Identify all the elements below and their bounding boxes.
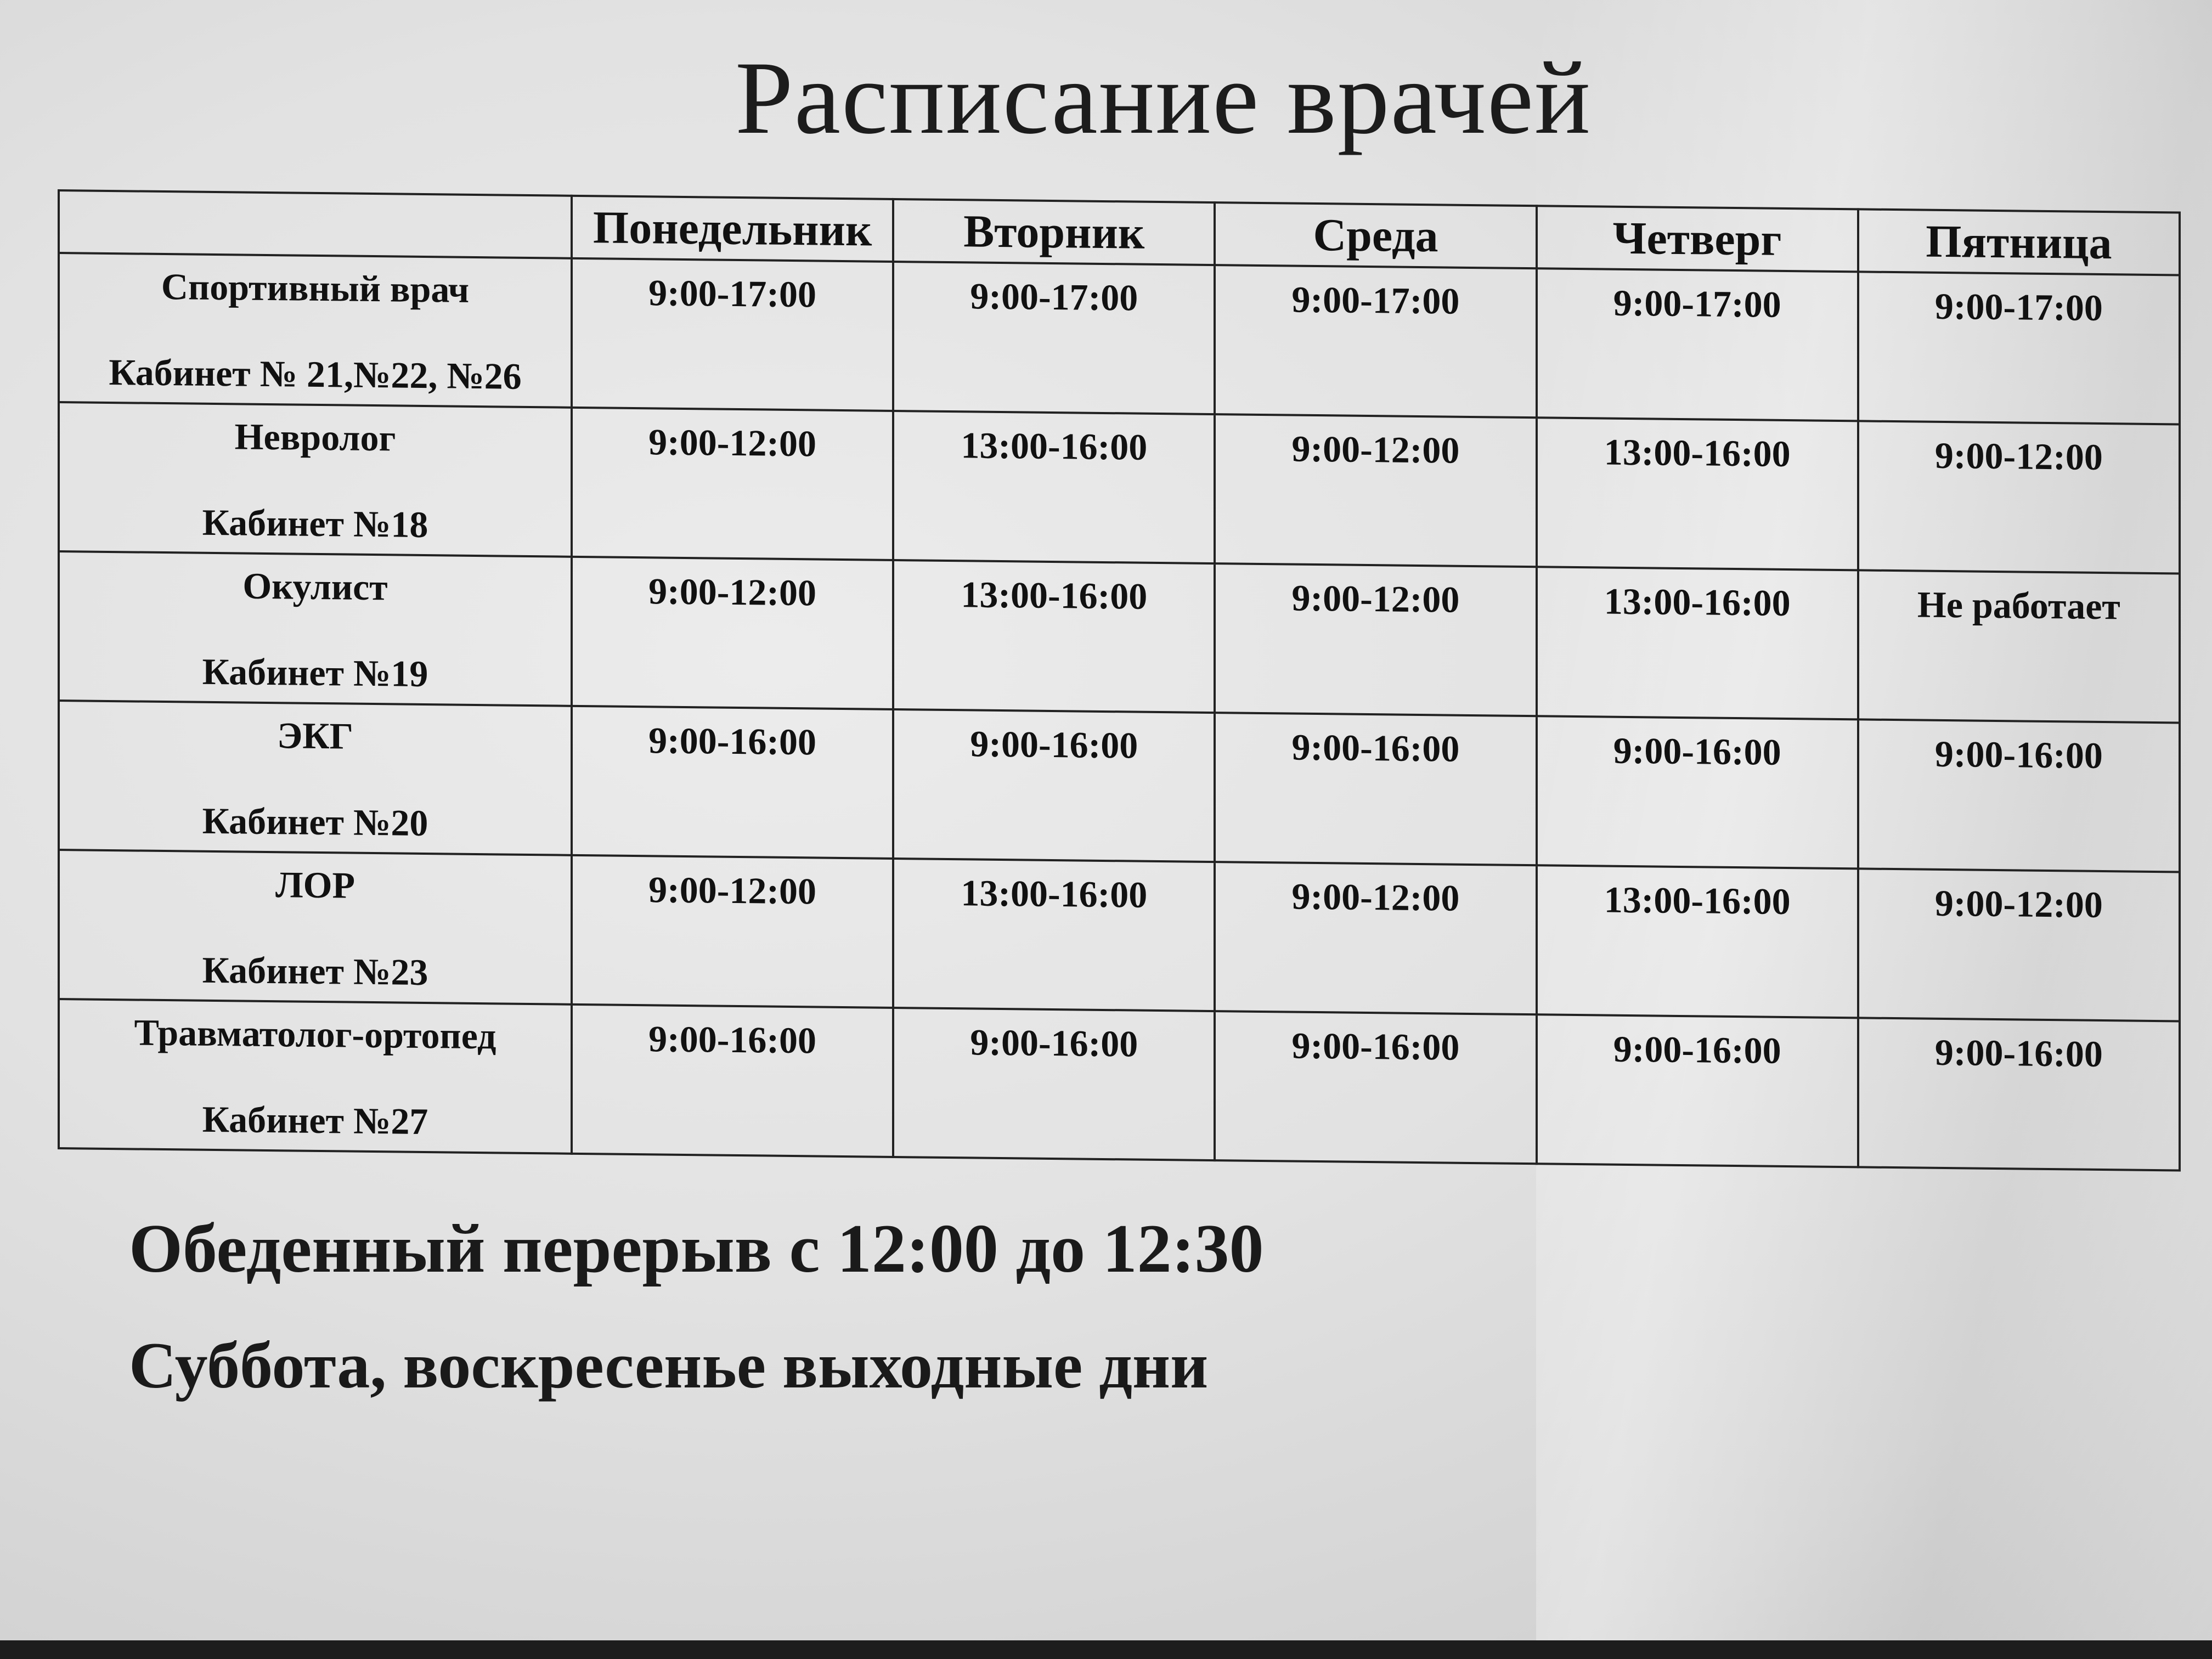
- doctor-name: Окулист: [242, 565, 388, 608]
- time-cell: 9:00-12:00: [1215, 862, 1537, 1015]
- time-value: 9:00-12:00: [1934, 882, 2103, 926]
- header-day: Среда: [1215, 202, 1537, 269]
- time-value: 9:00-16:00: [648, 1018, 817, 1062]
- time-cell: 9:00-12:00: [1858, 868, 2180, 1022]
- time-cell: 9:00-16:00: [1858, 1018, 2180, 1171]
- time-value: 13:00-16:00: [1604, 580, 1791, 624]
- time-cell: 9:00-16:00: [893, 709, 1215, 862]
- page-title: Расписание врачей: [735, 41, 1592, 156]
- time-cell: 9:00-17:00: [1536, 268, 1858, 421]
- time-cell: 9:00-12:00: [572, 855, 894, 1008]
- time-cell: 9:00-17:00: [893, 261, 1215, 415]
- doctor-cell: ЛОР Кабинет №23: [59, 850, 572, 1005]
- room-number: Кабинет №27: [202, 1098, 428, 1143]
- header-empty-cell: [59, 190, 572, 258]
- doctor-cell: Травматолог-ортопед Кабинет №27: [59, 999, 572, 1154]
- time-cell: 9:00-16:00: [1215, 713, 1537, 866]
- time-value: 9:00-16:00: [970, 1021, 1138, 1065]
- time-cell: 13:00-16:00: [893, 410, 1215, 564]
- room-number: Кабинет № 21,№22, №26: [109, 351, 522, 397]
- time-cell: 9:00-17:00: [1215, 265, 1537, 418]
- header-day: Четверг: [1536, 206, 1858, 272]
- doctor-cell: Невролог Кабинет №18: [59, 402, 572, 557]
- room-number: Кабинет №20: [202, 799, 428, 844]
- time-value: 9:00-16:00: [970, 723, 1138, 766]
- time-cell: 13:00-16:00: [893, 560, 1215, 713]
- time-cell: 9:00-12:00: [572, 556, 894, 709]
- doctor-cell: ЭКГ Кабинет №20: [59, 701, 572, 855]
- doctor-cell: Окулист Кабинет №19: [59, 551, 572, 706]
- doctor-name: ЛОР: [275, 864, 356, 906]
- time-cell: Не работает: [1858, 570, 2180, 723]
- photo-bottom-edge: [0, 1640, 2212, 1659]
- time-cell: 9:00-12:00: [572, 407, 894, 560]
- table-row: ЭКГ Кабинет №20 9:00-16:00 9:00-16:00 9:…: [59, 701, 2180, 872]
- time-value: 13:00-16:00: [961, 872, 1148, 916]
- time-value: 9:00-12:00: [648, 421, 817, 465]
- schedule-table-wrapper: Понедельник Вторник Среда Четверг Пятниц…: [58, 189, 2181, 1172]
- schedule-table: Понедельник Вторник Среда Четверг Пятниц…: [58, 189, 2181, 1172]
- time-value: 9:00-17:00: [648, 272, 817, 315]
- time-cell: 9:00-16:00: [1536, 716, 1858, 869]
- time-cell: 9:00-16:00: [572, 1004, 894, 1157]
- doctor-name: Невролог: [234, 415, 396, 459]
- time-cell: 13:00-16:00: [1536, 865, 1858, 1018]
- time-value: 9:00-16:00: [1291, 726, 1460, 770]
- header-day: Вторник: [893, 199, 1215, 266]
- lunch-break-note: Обеденный перерыв с 12:00 до 12:30: [129, 1211, 1264, 1287]
- time-value: Не работает: [1917, 583, 2120, 628]
- time-cell: 9:00-12:00: [1215, 414, 1537, 567]
- time-cell: 9:00-16:00: [1215, 1011, 1537, 1164]
- time-value: 9:00-12:00: [1291, 427, 1460, 471]
- doctor-name: Спортивный врач: [161, 265, 470, 311]
- time-value: 13:00-16:00: [961, 573, 1148, 617]
- table-row: Травматолог-ортопед Кабинет №27 9:00-16:…: [59, 999, 2180, 1171]
- time-value: 9:00-12:00: [648, 570, 817, 614]
- doctor-cell: Спортивный врач Кабинет № 21,№22, №26: [59, 253, 572, 408]
- doctor-name: ЭКГ: [277, 714, 353, 757]
- time-cell: 9:00-12:00: [1858, 421, 2180, 574]
- table-row: ЛОР Кабинет №23 9:00-12:00 13:00-16:00 9…: [59, 850, 2180, 1022]
- time-value: 9:00-17:00: [1613, 281, 1781, 325]
- time-cell: 13:00-16:00: [893, 858, 1215, 1012]
- time-value: 13:00-16:00: [1604, 878, 1791, 923]
- room-number: Кабинет №19: [202, 650, 428, 695]
- time-value: 9:00-12:00: [1291, 875, 1460, 919]
- time-value: 9:00-17:00: [1291, 278, 1460, 322]
- time-value: 9:00-16:00: [1613, 729, 1781, 773]
- time-cell: 13:00-16:00: [1536, 567, 1858, 720]
- time-value: 9:00-16:00: [1613, 1028, 1781, 1071]
- time-value: 9:00-16:00: [648, 719, 817, 763]
- time-value: 9:00-17:00: [970, 275, 1138, 319]
- room-number: Кабинет №23: [202, 949, 428, 994]
- time-cell: 13:00-16:00: [1536, 417, 1858, 571]
- time-cell: 9:00-17:00: [572, 258, 894, 411]
- doctor-name: Травматолог-ортопед: [134, 1011, 496, 1057]
- table-row: Невролог Кабинет №18 9:00-12:00 13:00-16…: [59, 402, 2180, 574]
- table-row: Окулист Кабинет №19 9:00-12:00 13:00-16:…: [59, 551, 2180, 723]
- schedule-sheet: Расписание врачей Понедельник Вторник Ср…: [0, 0, 2212, 1640]
- time-cell: 9:00-16:00: [572, 706, 894, 859]
- time-cell: 9:00-16:00: [1536, 1014, 1858, 1167]
- table-row: Спортивный врач Кабинет № 21,№22, №26 9:…: [59, 253, 2180, 425]
- time-value: 9:00-17:00: [1934, 285, 2103, 329]
- time-cell: 9:00-12:00: [1215, 563, 1537, 716]
- time-value: 13:00-16:00: [1604, 431, 1791, 475]
- time-value: 9:00-12:00: [1291, 577, 1460, 620]
- time-cell: 9:00-17:00: [1858, 272, 2180, 425]
- time-value: 13:00-16:00: [961, 424, 1148, 468]
- time-value: 9:00-12:00: [1934, 434, 2103, 478]
- time-value: 9:00-12:00: [648, 868, 817, 912]
- time-cell: 9:00-16:00: [1858, 719, 2180, 872]
- room-number: Кабинет №18: [202, 501, 428, 546]
- weekend-note: Суббота, воскресенье выходные дни: [129, 1329, 1209, 1402]
- header-day: Пятница: [1858, 209, 2180, 275]
- time-value: 9:00-16:00: [1934, 1031, 2103, 1075]
- time-value: 9:00-16:00: [1934, 732, 2103, 777]
- time-value: 9:00-16:00: [1291, 1024, 1460, 1068]
- header-day: Понедельник: [572, 195, 894, 262]
- time-cell: 9:00-16:00: [893, 1007, 1215, 1161]
